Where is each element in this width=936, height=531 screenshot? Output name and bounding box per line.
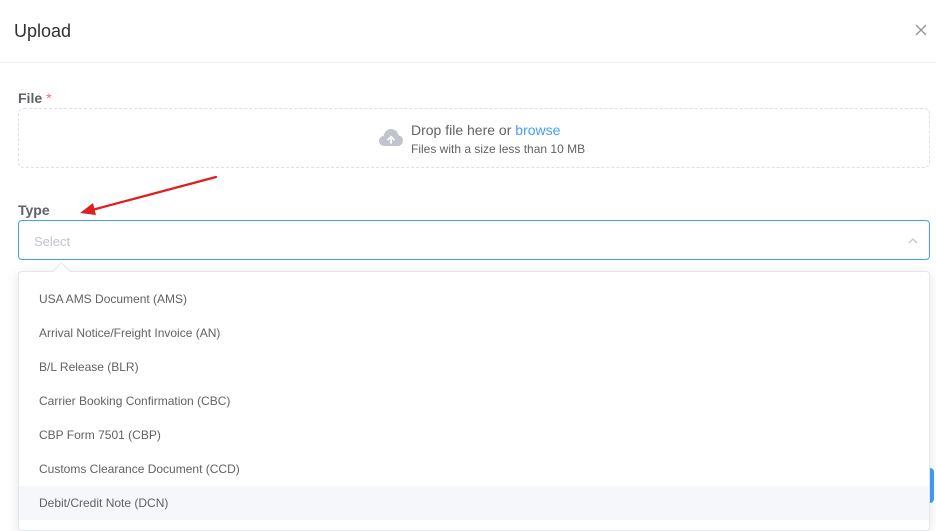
file-dropzone[interactable]: Drop file here or browse Files with a si…	[18, 108, 930, 168]
type-label: Type	[18, 202, 50, 218]
cloud-upload-icon	[379, 129, 403, 146]
option-an[interactable]: Arrival Notice/Freight Invoice (AN)	[19, 316, 929, 350]
option-cbc[interactable]: Carrier Booking Confirmation (CBC)	[19, 384, 929, 418]
chevron-up-icon	[908, 238, 918, 244]
type-dropdown: USA AMS Document (AMS) Arrival Notice/Fr…	[18, 262, 930, 531]
drop-instruction: Drop file here or	[411, 122, 512, 138]
option-cbp[interactable]: CBP Form 7501 (CBP)	[19, 418, 929, 452]
close-button[interactable]	[910, 19, 932, 41]
option-list: USA AMS Document (AMS) Arrival Notice/Fr…	[19, 282, 929, 520]
file-size-hint: Files with a size less than 10 MB	[411, 142, 586, 156]
option-blr[interactable]: B/L Release (BLR)	[19, 350, 929, 384]
type-select-placeholder: Select	[34, 234, 71, 249]
type-select[interactable]: Select	[18, 220, 930, 260]
file-label: File *	[18, 90, 52, 106]
required-mark: *	[46, 90, 52, 106]
option-ams[interactable]: USA AMS Document (AMS)	[19, 282, 929, 316]
close-icon	[915, 24, 927, 36]
drop-text: Drop file here or browse	[411, 122, 560, 138]
option-ccd[interactable]: Customs Clearance Document (CCD)	[19, 452, 929, 486]
option-dcn[interactable]: Debit/Credit Note (DCN)	[19, 486, 929, 520]
dropdown-caret	[52, 262, 71, 281]
file-label-text: File	[18, 90, 43, 106]
browse-link[interactable]: browse	[515, 122, 560, 138]
dialog-title: Upload	[14, 21, 72, 41]
dialog-header: Upload	[0, 0, 936, 63]
